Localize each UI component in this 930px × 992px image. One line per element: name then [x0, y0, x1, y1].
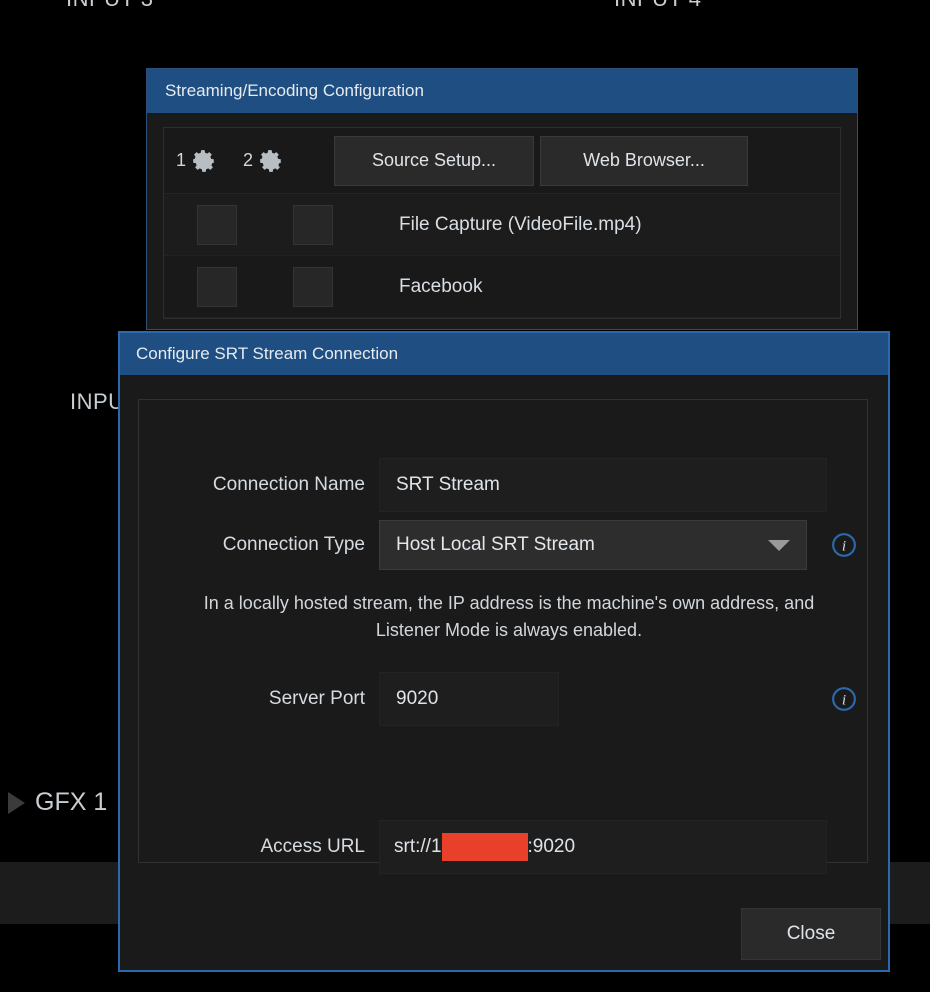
access-url-prefix: srt://1	[394, 836, 442, 857]
gear-group-1[interactable]: 1	[176, 148, 217, 174]
gfx-row-label: GFX 1	[35, 788, 108, 816]
gear-icon[interactable]	[191, 148, 217, 174]
connection-name-input[interactable]: SRT Stream	[379, 458, 827, 512]
source-name: File Capture (VideoFile.mp4)	[399, 213, 642, 235]
connection-type-select[interactable]: Host Local SRT Stream	[379, 520, 807, 570]
connection-name-row: Connection Name SRT Stream	[165, 458, 855, 512]
source-setup-button[interactable]: Source Setup...	[334, 135, 535, 186]
connection-type-label: Connection Type	[222, 534, 365, 555]
streaming-window-titlebar[interactable]: Streaming/Encoding Configuration	[147, 69, 857, 113]
streaming-window-body: 1 2 Source Setup... Web Browser... File …	[147, 113, 857, 319]
svg-text:i: i	[842, 537, 846, 554]
connection-name-label: Connection Name	[212, 474, 365, 495]
bg-label-input4: INPUT 4	[614, 0, 701, 12]
srt-dialog-titlebar[interactable]: Configure SRT Stream Connection	[120, 333, 888, 375]
gear-icon[interactable]	[258, 148, 284, 174]
bg-label-input3: INPUT 3	[66, 0, 153, 12]
gear-1-label: 1	[176, 150, 187, 170]
source-checkbox-1[interactable]	[197, 204, 237, 245]
connection-type-row: Connection Type Host Local SRT Stream i	[165, 520, 865, 570]
srt-configuration-dialog: Configure SRT Stream Connection Connecti…	[118, 331, 890, 972]
table-row[interactable]: Facebook	[164, 256, 840, 318]
info-icon[interactable]: i	[831, 532, 857, 558]
web-browser-button[interactable]: Web Browser...	[540, 135, 749, 186]
access-url-row: Access URL srt://1 :9020	[165, 820, 865, 874]
server-port-row: Server Port 9020 i	[165, 672, 865, 726]
app-root: INPUT 3 INPUT 4 INPUT GFX 1 Streaming/En…	[0, 0, 930, 992]
gear-2-label: 2	[243, 150, 254, 170]
close-button[interactable]: Close	[741, 908, 881, 960]
source-name: Facebook	[399, 275, 483, 297]
play-triangle-icon[interactable]	[8, 791, 25, 814]
table-row[interactable]: File Capture (VideoFile.mp4)	[164, 194, 840, 256]
connection-type-description: In a locally hosted stream, the IP addre…	[203, 593, 815, 640]
redaction-block	[441, 833, 528, 861]
chevron-down-icon[interactable]	[768, 539, 790, 551]
access-url-label: Access URL	[260, 836, 365, 857]
streaming-window-title: Streaming/Encoding Configuration	[165, 81, 424, 100]
srt-settings-groupbox: Connection Name SRT Stream Connection Ty…	[138, 399, 868, 874]
access-url-suffix: :9020	[527, 836, 576, 857]
info-icon[interactable]: i	[831, 686, 857, 712]
source-checkbox-2[interactable]	[293, 204, 333, 245]
streaming-encoding-window: Streaming/Encoding Configuration 1 2 Sou…	[146, 68, 858, 330]
server-port-label: Server Port	[268, 688, 365, 709]
svg-text:i: i	[842, 691, 846, 708]
connection-type-value: Host Local SRT Stream	[396, 534, 595, 555]
streaming-toolbar: 1 2 Source Setup... Web Browser...	[164, 128, 840, 194]
source-checkbox-1[interactable]	[197, 266, 237, 307]
source-checkbox-2[interactable]	[293, 266, 333, 307]
gear-group-2[interactable]: 2	[243, 148, 284, 174]
srt-dialog-title: Configure SRT Stream Connection	[136, 344, 399, 363]
access-url-value[interactable]: srt://1 :9020	[379, 820, 827, 874]
server-port-input[interactable]: 9020	[379, 672, 559, 726]
gfx-row[interactable]: GFX 1	[0, 788, 107, 817]
streaming-panel: 1 2 Source Setup... Web Browser... File …	[163, 127, 841, 319]
